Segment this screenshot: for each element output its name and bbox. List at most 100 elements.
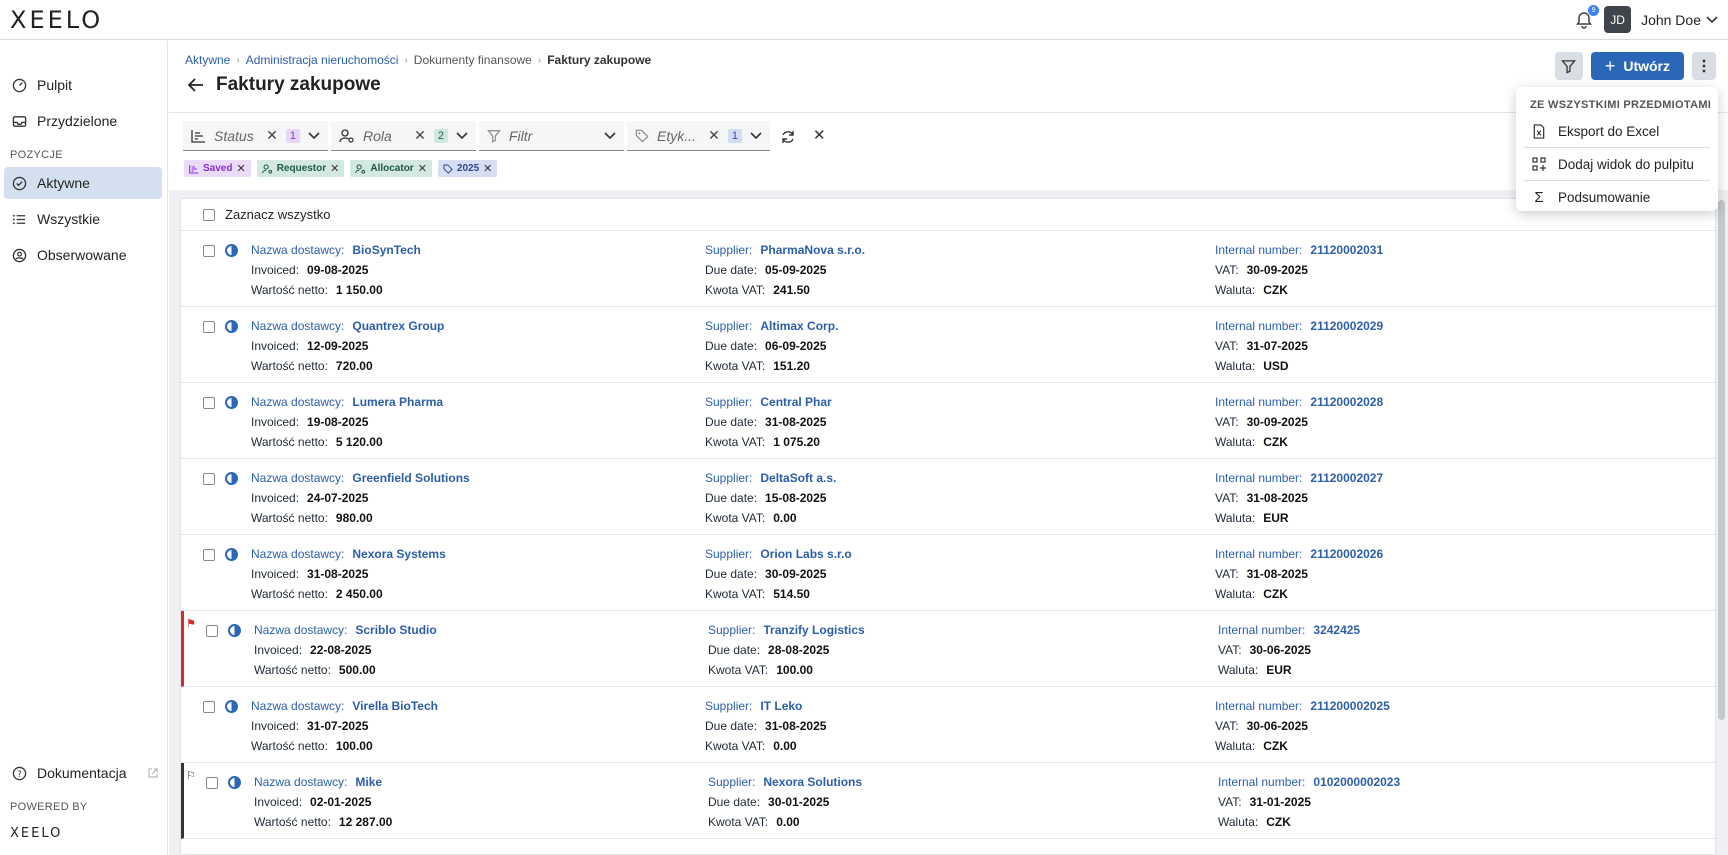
filter-generic[interactable]: Filtr: [479, 121, 624, 151]
chip-remove-icon[interactable]: ✕: [418, 162, 427, 175]
supplier-link[interactable]: DeltaSoft a.s.: [760, 471, 836, 485]
sidebar-item-wszystkie[interactable]: Wszystkie: [4, 203, 162, 235]
vendor-link[interactable]: Mike: [355, 775, 382, 789]
vat-label: VAT:: [1215, 567, 1239, 581]
sidebar-item-obserwowane[interactable]: Obserwowane: [4, 239, 162, 271]
filter-status[interactable]: Status ✕ 1: [183, 121, 328, 151]
sidebar-item-label: Dokumentacja: [37, 765, 127, 781]
clear-icon[interactable]: ✕: [266, 127, 278, 144]
filter-button[interactable]: [1554, 52, 1583, 80]
vendor-link[interactable]: Scriblo Studio: [355, 623, 436, 637]
supplier-link[interactable]: Orion Labs s.r.o: [760, 547, 851, 561]
invoiced-value: 31-07-2025: [307, 719, 369, 733]
chevron-down-icon[interactable]: [308, 131, 320, 140]
user-menu[interactable]: John Doe: [1641, 12, 1718, 28]
chevron-down-icon[interactable]: [604, 131, 616, 140]
filter-icon: [487, 129, 501, 143]
table-row[interactable]: Nazwa dostawcy: Virella BioTech Invoiced: 3…: [181, 687, 1715, 763]
chip-year: 2025 ✕: [437, 160, 498, 177]
row-checkbox[interactable]: [203, 548, 215, 561]
filter-generic-label: Filtr: [509, 127, 533, 144]
chevron-down-icon[interactable]: [456, 131, 468, 140]
row-checkbox[interactable]: [203, 472, 215, 485]
table-row[interactable]: Nazwa dostawcy: BioSynTech Invoiced: 09-08-…: [181, 231, 1715, 307]
internal-number-link[interactable]: 0102000002023: [1313, 775, 1400, 789]
menu-item-add-to-dashboard[interactable]: Dodaj widok do pulpitu: [1516, 150, 1718, 178]
chip-remove-icon[interactable]: ✕: [483, 162, 492, 175]
chip-saved: Saved ✕: [184, 160, 251, 177]
table-row[interactable]: Nazwa dostawcy: Quantrex Group Invoiced: 12…: [181, 307, 1715, 383]
refresh-icon[interactable]: [780, 129, 796, 145]
row-checkbox[interactable]: [203, 700, 215, 713]
clear-icon[interactable]: ✕: [708, 127, 720, 144]
row-checkbox[interactable]: [203, 396, 215, 409]
internal-number-link[interactable]: 3242425: [1313, 623, 1360, 637]
flag-outline-icon: ⚐: [186, 770, 196, 782]
row-checkbox[interactable]: [206, 624, 218, 637]
row-checkbox[interactable]: [206, 776, 218, 789]
more-options-button[interactable]: [1692, 52, 1716, 80]
vat-amount-label: Kwota VAT:: [705, 359, 766, 373]
vat-amount-label: Kwota VAT:: [705, 739, 766, 753]
create-button[interactable]: + Utwórz: [1590, 52, 1684, 80]
list-scrollbar[interactable]: [1718, 200, 1725, 720]
filter-tags[interactable]: Etyk... ✕ 1: [627, 121, 770, 151]
chip-remove-icon[interactable]: ✕: [330, 162, 339, 175]
menu-item-export-excel[interactable]: Eksport do Excel: [1516, 117, 1718, 145]
vat-label: VAT:: [1218, 795, 1242, 809]
chevron-down-icon[interactable]: [750, 131, 762, 140]
due-label: Due date:: [708, 643, 761, 657]
table-row[interactable]: Nazwa dostawcy: Lumera Pharma Invoiced: 19-…: [181, 383, 1715, 459]
currency-label: Waluta:: [1215, 587, 1256, 601]
vendor-link[interactable]: Lumera Pharma: [352, 395, 443, 409]
chip-remove-icon[interactable]: ✕: [236, 162, 245, 175]
internal-number-link[interactable]: 211200002025: [1310, 699, 1389, 713]
invoiced-value: 12-09-2025: [307, 339, 369, 353]
select-all-row[interactable]: Zaznacz wszystko: [181, 199, 1715, 231]
vendor-label: Nazwa dostawcy:: [251, 547, 345, 561]
vat-label: VAT:: [1215, 263, 1239, 277]
internal-number-link[interactable]: 21120002026: [1310, 547, 1383, 561]
row-checkbox[interactable]: [203, 244, 215, 257]
vendor-link[interactable]: Nexora Systems: [352, 547, 445, 561]
menu-item-summary[interactable]: Σ Podsumowanie: [1516, 183, 1718, 211]
svg-text:?: ?: [17, 768, 21, 778]
internal-number-link[interactable]: 21120002029: [1310, 319, 1383, 333]
sidebar-item-dokumentacja[interactable]: ? Dokumentacja: [4, 757, 162, 789]
table-row[interactable]: ⚑ Nazwa dostawcy: Scriblo Studio Invoiced: 2…: [181, 611, 1715, 687]
supplier-link[interactable]: Nexora Solutions: [763, 775, 862, 789]
sidebar-item-aktywne[interactable]: Aktywne: [4, 167, 162, 199]
supplier-link[interactable]: Tranzify Logistics: [763, 623, 864, 637]
clear-icon[interactable]: ✕: [414, 127, 426, 144]
table-row[interactable]: Nazwa dostawcy: Nexora Systems Invoiced: 31…: [181, 535, 1715, 611]
vat-amount-value: 100.00: [776, 663, 813, 677]
supplier-link[interactable]: Altimax Corp.: [760, 319, 838, 333]
vendor-link[interactable]: BioSynTech: [352, 243, 420, 257]
row-checkbox[interactable]: [203, 320, 215, 333]
vendor-link[interactable]: Greenfield Solutions: [352, 471, 469, 485]
supplier-link[interactable]: Central Phar: [760, 395, 831, 409]
vat-label: VAT:: [1215, 415, 1239, 429]
sidebar-item-pulpit[interactable]: Pulpit: [4, 69, 162, 101]
supplier-link[interactable]: PharmaNova s.r.o.: [760, 243, 865, 257]
bell-icon[interactable]: 9: [1574, 4, 1600, 30]
avatar[interactable]: JD: [1604, 6, 1632, 33]
internal-number-link[interactable]: 21120002031: [1310, 243, 1383, 257]
back-arrow-icon[interactable]: [188, 78, 204, 92]
table-row[interactable]: ⚐ Nazwa dostawcy: Mike Invoiced: 02-01-2025 W…: [181, 763, 1715, 839]
due-label: Due date:: [708, 795, 761, 809]
table-row[interactable]: Nazwa dostawcy: Greenfield Solutions Invoi…: [181, 459, 1715, 535]
breadcrumb-chevron-icon: ›: [404, 54, 408, 66]
app-logo[interactable]: XEELO: [10, 6, 103, 34]
sidebar-item-przydzielone[interactable]: Przydzielone: [4, 105, 162, 137]
filter-role[interactable]: Rola ✕ 2: [331, 121, 476, 151]
internal-number-link[interactable]: 21120002027: [1310, 471, 1383, 485]
vendor-link[interactable]: Virella BioTech: [352, 699, 438, 713]
vendor-link[interactable]: Quantrex Group: [352, 319, 444, 333]
select-all-checkbox[interactable]: [203, 208, 215, 221]
clear-all-icon[interactable]: ✕: [813, 126, 826, 144]
breadcrumb-item[interactable]: Administracja nieruchomości: [246, 53, 399, 67]
supplier-link[interactable]: IT Leko: [760, 699, 802, 713]
internal-number-link[interactable]: 21120002028: [1310, 395, 1383, 409]
breadcrumb-item[interactable]: Aktywne: [185, 53, 230, 67]
